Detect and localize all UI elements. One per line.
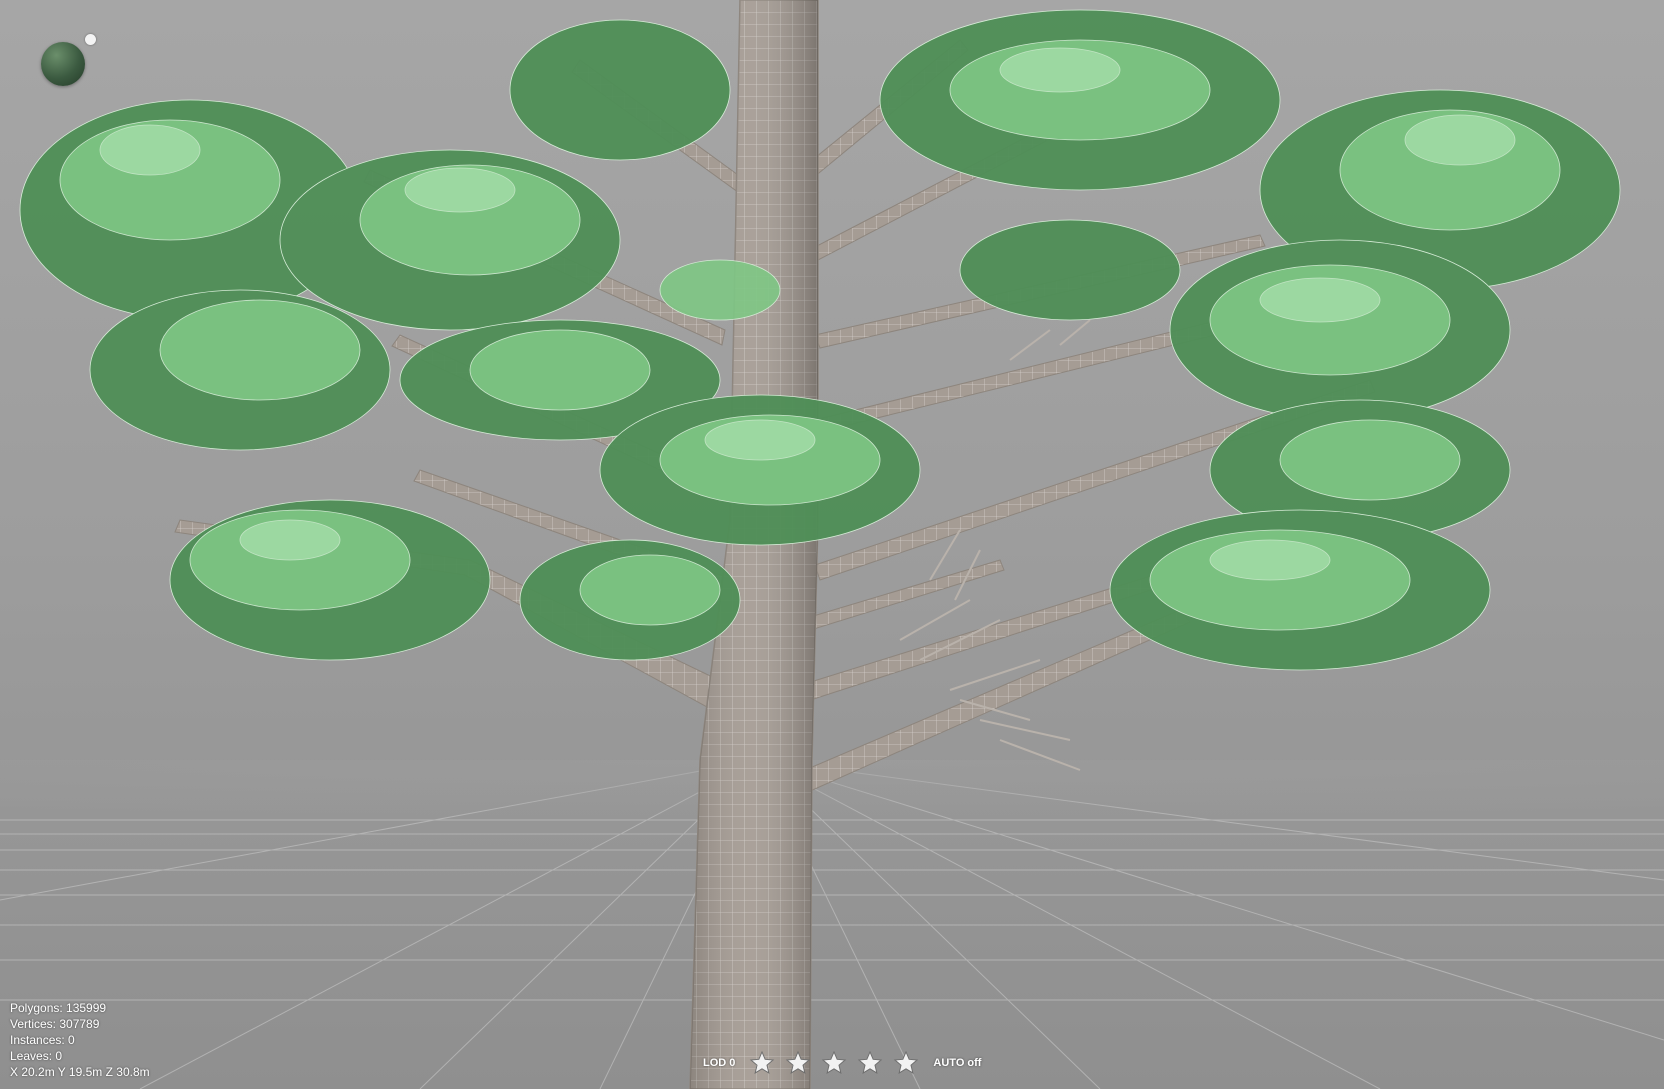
star-icon[interactable] xyxy=(749,1050,775,1076)
star-icon[interactable] xyxy=(821,1050,847,1076)
lod-label[interactable]: LOD 0 xyxy=(703,1057,735,1069)
stat-polygons: Polygons: 135999 xyxy=(10,1001,107,1015)
stats-overlay: Polygons: 135999 Vertices: 307789 Instan… xyxy=(10,1000,150,1080)
stat-leaves: Leaves: 0 xyxy=(10,1049,63,1063)
star-icon[interactable] xyxy=(893,1050,919,1076)
tree-scene[interactable] xyxy=(0,0,1664,1089)
auto-lod-toggle[interactable]: AUTO off xyxy=(933,1057,981,1069)
light-direction-icon[interactable] xyxy=(85,34,96,45)
light-sphere-icon[interactable] xyxy=(41,42,85,86)
lod-toolbar: LOD 0 AUTO off xyxy=(703,1049,981,1077)
stat-position: X 20.2m Y 19.5m Z 30.8m xyxy=(10,1065,150,1079)
star-icon[interactable] xyxy=(785,1050,811,1076)
star-icon[interactable] xyxy=(857,1050,883,1076)
3d-viewport[interactable]: Polygons: 135999 Vertices: 307789 Instan… xyxy=(0,0,1664,1089)
stat-instances: Instances: 0 xyxy=(10,1033,75,1047)
stat-vertices: Vertices: 307789 xyxy=(10,1017,100,1031)
